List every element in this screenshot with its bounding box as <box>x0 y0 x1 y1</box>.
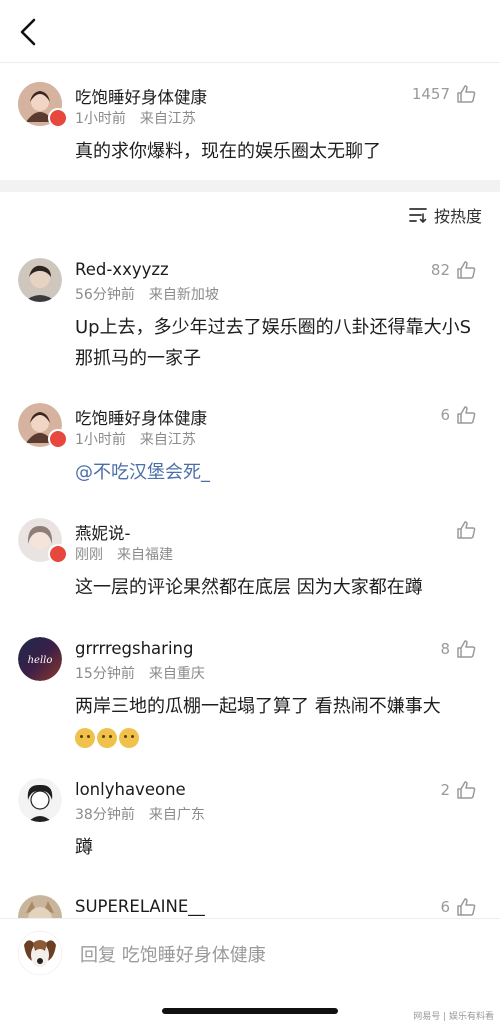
comment-item: Red-xxyyzz 56分钟前 来自新加坡 82 Up上去，多少年过去了娱乐圈的… <box>0 248 500 383</box>
like-count: 6 <box>440 898 450 916</box>
username[interactable]: 燕妮说- <box>75 520 130 544</box>
comment-time: 15分钟前 <box>75 666 135 682</box>
comment-time: 1小时前 <box>75 111 126 127</box>
comment-text: 两岸三地的瓜棚一起塌了算了 看热闹不嫌事大 <box>75 691 480 753</box>
comment-item: lonlyhaveone 38分钟前 来自广东 2 蹲 <box>0 768 500 878</box>
username[interactable]: SUPERELAINE__ <box>75 897 205 916</box>
comment-item: hello grrrregsharing 15分钟前 来自重庆 8 两岸三地的瓜棚… <box>0 627 500 762</box>
thumbs-up-icon <box>457 406 476 424</box>
like-button[interactable]: 82 <box>431 260 476 280</box>
comment-location: 来自福建 <box>117 547 173 563</box>
comment-location: 来自新加坡 <box>148 287 219 303</box>
svg-text:hello: hello <box>28 655 53 666</box>
home-indicator[interactable] <box>162 1008 338 1014</box>
emoji-row <box>75 722 480 753</box>
verified-badge-icon <box>48 544 68 564</box>
thumbs-up-icon <box>457 521 476 539</box>
comment-time: 1小时前 <box>75 432 126 448</box>
thumbs-up-icon <box>457 898 476 916</box>
like-button[interactable]: 1457 <box>412 84 476 104</box>
thumbs-up-icon <box>457 261 476 279</box>
like-button[interactable]: 6 <box>440 897 476 917</box>
comment-meta: 刚刚 来自福建 <box>75 544 173 564</box>
comment-meta: 56分钟前 来自新加坡 <box>75 284 219 304</box>
comment-item: SUPERELAINE__ 6 <box>0 885 500 918</box>
like-count: 1457 <box>411 85 450 103</box>
comment-location: 来自江苏 <box>139 432 196 448</box>
thumbs-up-icon <box>457 85 476 103</box>
chevron-left-icon[interactable] <box>14 14 44 50</box>
like-button[interactable]: 8 <box>440 639 476 659</box>
like-count: 2 <box>440 781 450 799</box>
watermark: 网易号 | 娱乐有料看 <box>413 1012 494 1022</box>
comment-meta: 1小时前 来自江苏 <box>75 108 196 128</box>
avatar[interactable] <box>18 778 62 822</box>
like-button[interactable]: 2 <box>440 780 476 800</box>
thumbs-up-icon <box>457 640 476 658</box>
avatar[interactable]: hello <box>18 637 62 681</box>
mention-link[interactable]: @不吃汉堡会死_ <box>75 457 480 488</box>
comment-text-line: 两岸三地的瓜棚一起塌了算了 看热闹不嫌事大 <box>75 696 441 717</box>
thumbs-up-icon <box>457 781 476 799</box>
like-button[interactable] <box>450 520 476 540</box>
reply-input[interactable]: 回复 吃饱睡好身体健康 <box>80 941 266 967</box>
like-count: 6 <box>440 406 450 424</box>
comment-text: 真的求你爆料，现在的娱乐圈太无聊了 <box>75 141 381 162</box>
verified-badge-icon <box>48 108 68 128</box>
top-bar <box>0 0 500 62</box>
username[interactable]: lonlyhaveone <box>75 780 186 799</box>
comment-text: 蹲 <box>75 837 93 858</box>
sort-label: 按热度 <box>433 207 482 226</box>
doge-emoji-icon <box>75 728 95 748</box>
comment-time: 56分钟前 <box>75 287 135 303</box>
header-divider <box>0 62 500 63</box>
comment-time: 38分钟前 <box>75 807 135 823</box>
doge-emoji-icon <box>119 728 139 748</box>
username[interactable]: Red-xxyyzz <box>75 260 169 279</box>
reply-bar: 回复 吃饱睡好身体健康 <box>0 918 500 989</box>
comment-item: 燕妮说- 刚刚 来自福建 这一层的评论果然都在底层 因为大家都在蹲 <box>0 508 500 623</box>
my-avatar[interactable] <box>18 931 62 975</box>
username[interactable]: grrrregsharing <box>75 639 193 658</box>
avatar[interactable] <box>18 258 62 302</box>
username[interactable]: 吃饱睡好身体健康 <box>75 84 207 108</box>
parent-comment: 吃饱睡好身体健康 1小时前 来自江苏 1457 真的求你爆料，现在的娱乐圈太无聊了 <box>0 72 500 180</box>
comment-text: Up上去，多少年过去了娱乐圈的八卦还得靠大小S那抓马的一家子 <box>75 317 472 369</box>
sort-icon <box>409 208 427 224</box>
comment-location: 来自重庆 <box>148 666 205 682</box>
comment-meta: 38分钟前 来自广东 <box>75 804 205 824</box>
comment-location: 来自江苏 <box>139 111 196 127</box>
doge-emoji-icon <box>97 728 117 748</box>
comment-item: 吃饱睡好身体健康 1小时前 来自江苏 6 @不吃汉堡会死_ <box>0 393 500 503</box>
like-count: 82 <box>430 261 450 279</box>
section-separator <box>0 180 500 192</box>
comment-time: 刚刚 <box>75 547 103 563</box>
avatar[interactable] <box>18 895 62 918</box>
like-button[interactable]: 6 <box>440 405 476 425</box>
like-count: 8 <box>440 640 450 658</box>
comment-text: 这一层的评论果然都在底层 因为大家都在蹲 <box>75 577 423 598</box>
comment-location: 来自广东 <box>148 807 205 823</box>
username[interactable]: 吃饱睡好身体健康 <box>75 405 207 429</box>
sort-button[interactable]: 按热度 <box>408 203 482 227</box>
comment-meta: 1小时前 来自江苏 <box>75 429 196 449</box>
verified-badge-icon <box>48 429 68 449</box>
comment-meta: 15分钟前 来自重庆 <box>75 663 205 683</box>
